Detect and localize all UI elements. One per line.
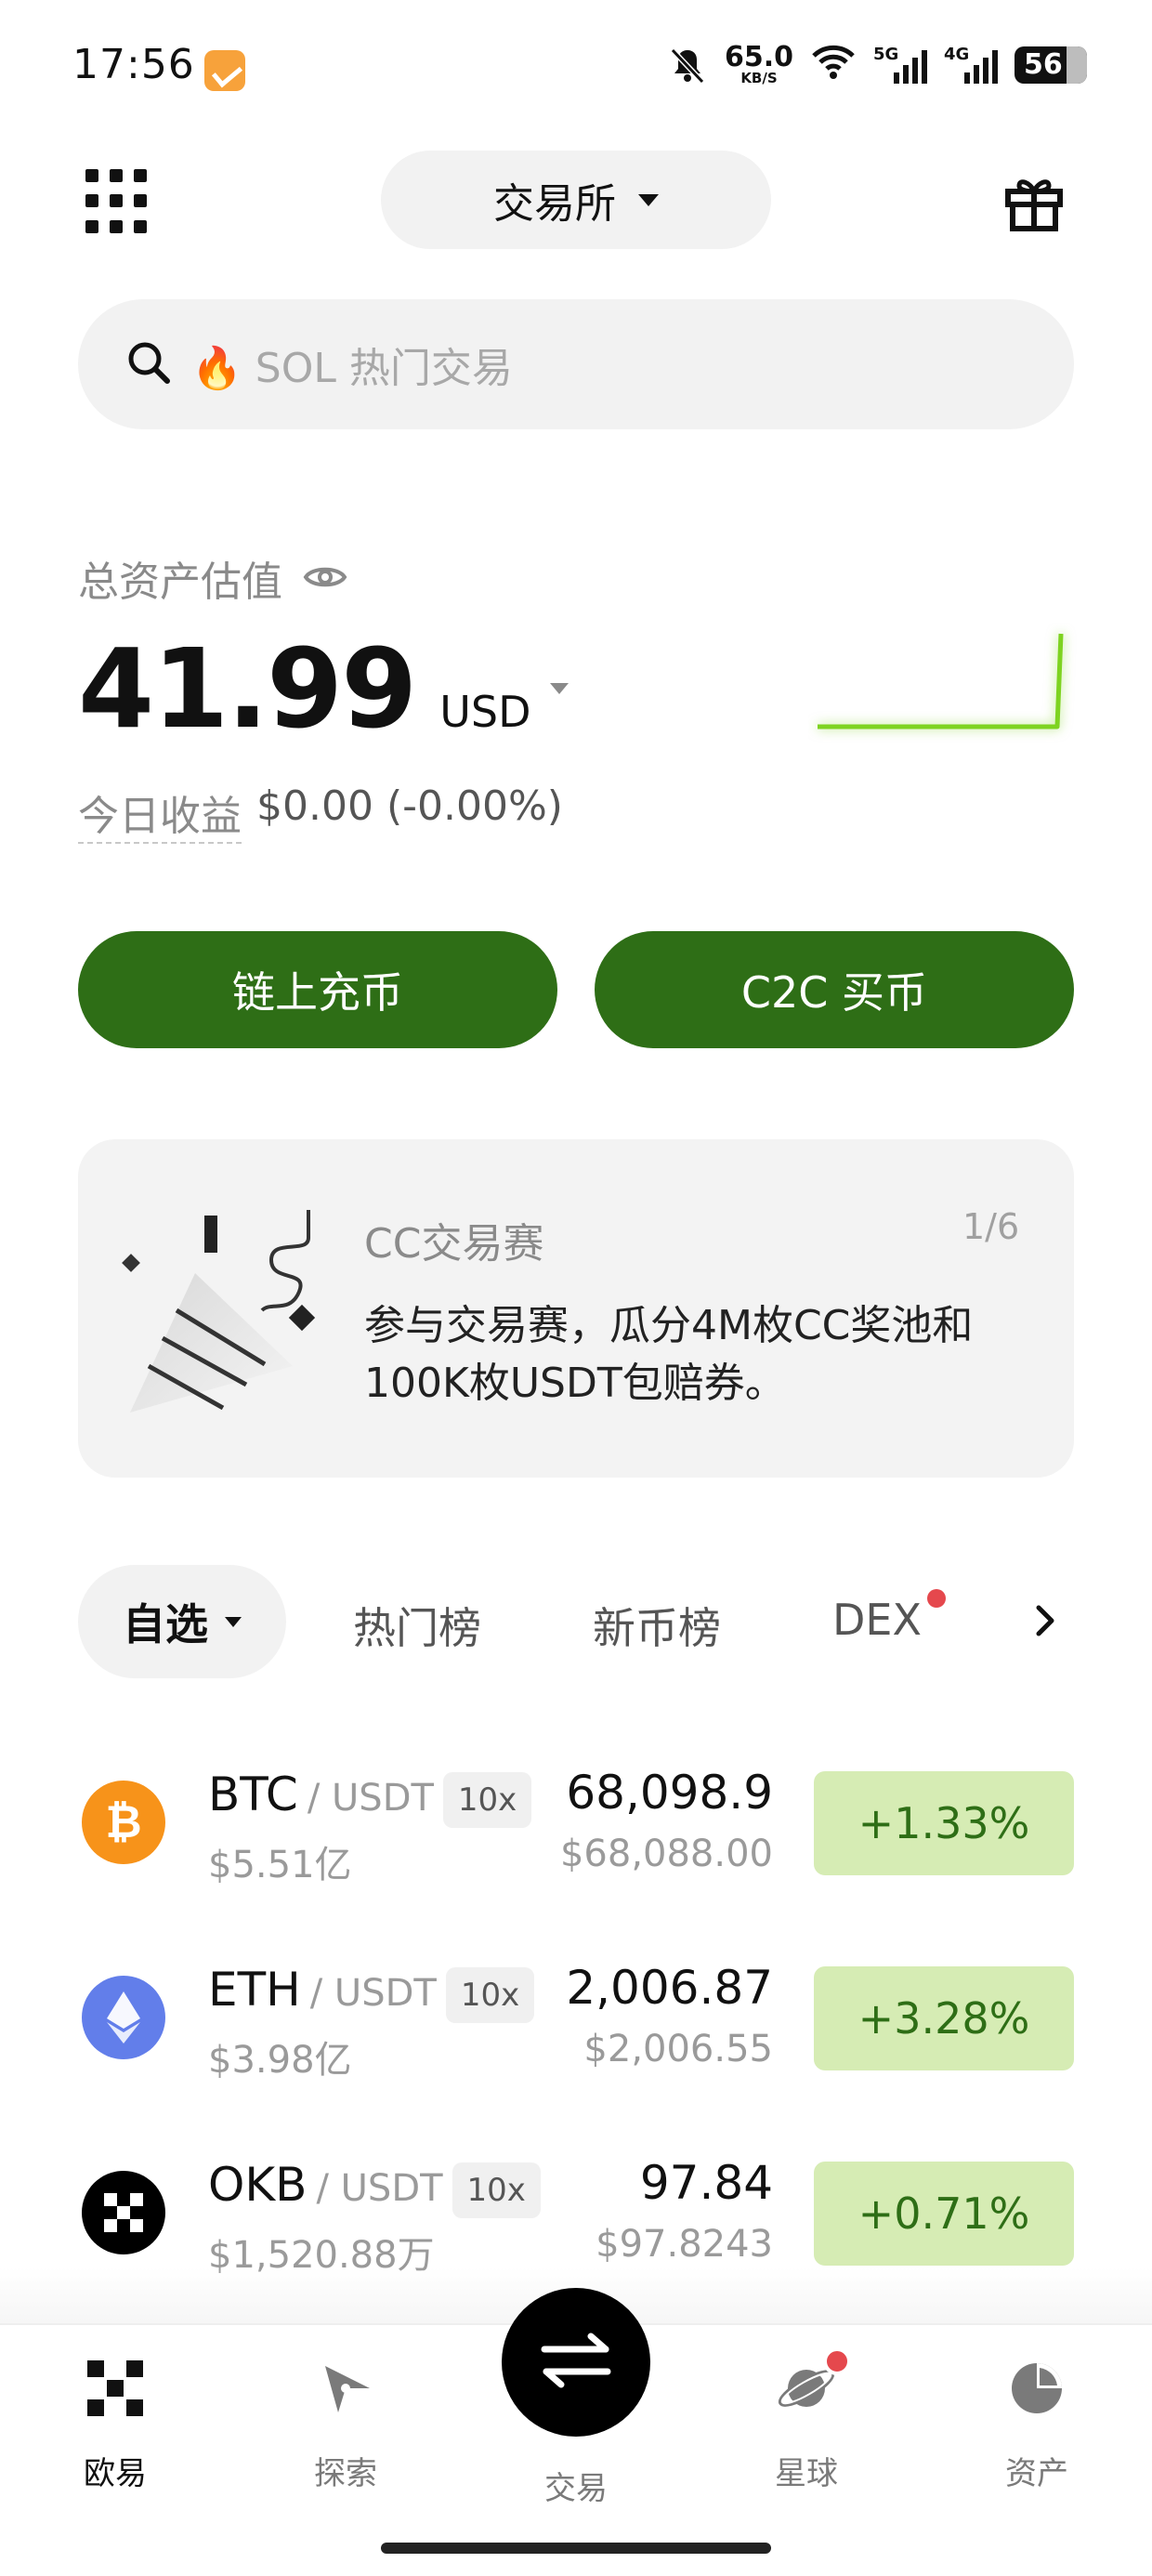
- pair-base: BTC: [208, 1768, 298, 1821]
- nav-explore[interactable]: 探索: [262, 2360, 429, 2493]
- search-input[interactable]: 🔥 SOL 热门交易: [78, 299, 1074, 429]
- currency-chevron-icon[interactable]: [549, 683, 569, 694]
- pair-price: 68,098.9: [566, 1766, 773, 1820]
- nav-explore-label: 探索: [314, 2455, 377, 2492]
- app-screen: 17:56 65.0 KB/S 5G 4G 56 交易所 🔥 SOL 热门交易 …: [0, 0, 1152, 2576]
- eye-icon[interactable]: [303, 555, 347, 602]
- pair-quote: / USDT: [307, 1777, 434, 1820]
- network-speed-unit: KB/S: [740, 70, 778, 86]
- compass-icon: [318, 2360, 373, 2420]
- promo-page-indicator: 1/6: [962, 1206, 1020, 1247]
- change-badge[interactable]: +1.33%: [814, 1771, 1074, 1875]
- battery-level: 56: [1024, 48, 1063, 81]
- bell-off-icon: [667, 45, 708, 85]
- search-placeholder: 🔥 SOL 热门交易: [191, 345, 513, 392]
- pair-quote: / USDT: [309, 1972, 437, 2015]
- leverage-badge: 10x: [445, 1967, 535, 2023]
- nav-trade-button[interactable]: [502, 2288, 650, 2437]
- market-pair[interactable]: ETH / USDT 10x: [208, 1963, 535, 2023]
- bitcoin-icon: ₿: [82, 1781, 165, 1864]
- total-assets-label: 总资产估值: [78, 548, 347, 608]
- c2c-buy-button[interactable]: C2C 买币: [595, 931, 1074, 1048]
- swap-arrows-icon: [539, 2331, 613, 2394]
- okx-logo-icon: [87, 2360, 143, 2420]
- party-popper-icon: [111, 1199, 334, 1422]
- signal-5g-icon: 5G: [873, 44, 927, 84]
- daily-pnl: 今日收益 $0.00 (-0.00%): [78, 782, 563, 844]
- market-pair[interactable]: BTC / USDT 10x: [208, 1768, 532, 1828]
- tab-dex[interactable]: DEX: [832, 1595, 922, 1645]
- ethereum-icon: [82, 1976, 165, 2059]
- pair-volume: $3.98亿: [208, 2039, 352, 2082]
- pair-price-usd: $97.8243: [596, 2223, 773, 2266]
- planet-notification-dot: [823, 2347, 851, 2375]
- pair-price: 97.84: [639, 2156, 773, 2210]
- search-icon: [124, 338, 173, 390]
- menu-grid-icon[interactable]: [85, 169, 151, 234]
- total-assets-value: 41.99 USD: [78, 624, 569, 753]
- signal-4g-icon: 4G: [944, 44, 998, 84]
- tab-hot-list[interactable]: 热门榜: [353, 1595, 481, 1656]
- nav-planet-label: 星球: [775, 2455, 838, 2492]
- svg-text:₿: ₿: [105, 1796, 141, 1848]
- tab-favorites-label: 自选: [123, 1599, 208, 1649]
- wifi-icon: [810, 43, 857, 86]
- gift-icon[interactable]: [1003, 171, 1065, 232]
- dex-notification-dot: [927, 1589, 946, 1608]
- signal-4g-label: 4G: [944, 44, 970, 64]
- status-indicators: 65.0 KB/S 5G 4G 56: [667, 43, 1087, 86]
- tab-new-listings[interactable]: 新币榜: [593, 1595, 721, 1656]
- battery-icon: 56: [1015, 46, 1087, 84]
- network-speed-value: 65.0: [724, 41, 793, 73]
- nav-home-label: 欧易: [84, 2455, 147, 2492]
- pair-base: OKB: [208, 2158, 308, 2212]
- pair-price-usd: $2,006.55: [583, 2028, 773, 2070]
- deposit-button[interactable]: 链上充币: [78, 931, 557, 1048]
- pair-price: 2,006.87: [566, 1961, 773, 2015]
- change-badge[interactable]: +3.28%: [814, 1966, 1074, 2070]
- nav-home[interactable]: 欧易: [32, 2360, 199, 2493]
- pair-price-usd: $68,088.00: [559, 1833, 773, 1875]
- nav-assets-label: 资产: [1005, 2455, 1068, 2492]
- exchange-mode-label: 交易所: [493, 180, 616, 228]
- daily-pnl-label[interactable]: 今日收益: [78, 782, 242, 844]
- leverage-badge: 10x: [442, 1772, 532, 1828]
- nav-trade-label: 交易: [544, 2470, 608, 2507]
- market-pair[interactable]: OKB / USDT 10x: [208, 2158, 541, 2218]
- total-assets-title: 总资产估值: [78, 559, 282, 606]
- total-assets-amount: 41.99: [78, 624, 417, 753]
- pair-volume: $5.51亿: [208, 1844, 352, 1886]
- promo-title: CC交易赛: [364, 1220, 544, 1268]
- home-indicator[interactable]: [381, 2543, 771, 2554]
- okb-icon: [82, 2171, 165, 2254]
- pair-base: ETH: [208, 1963, 301, 2017]
- network-speed: 65.0 KB/S: [725, 44, 793, 85]
- leverage-badge: 10x: [452, 2162, 541, 2218]
- tab-favorites[interactable]: 自选: [78, 1565, 286, 1678]
- status-time: 17:56: [72, 41, 195, 88]
- asset-sparkline: [808, 623, 1087, 743]
- notification-app-icon: [204, 50, 245, 91]
- nav-assets[interactable]: 资产: [953, 2360, 1120, 2493]
- chevron-right-icon[interactable]: [1031, 1602, 1059, 1639]
- pie-chart-icon: [1009, 2360, 1065, 2420]
- nav-planet[interactable]: 星球: [723, 2360, 890, 2493]
- pair-quote: / USDT: [316, 2167, 443, 2210]
- promo-description: 参与交易赛，瓜分4M枚CC奖池和100K枚USDT包赔券。: [364, 1302, 974, 1407]
- daily-pnl-value: $0.00 (-0.00%): [256, 782, 563, 830]
- currency-selector[interactable]: USD: [439, 687, 530, 737]
- chevron-down-icon: [638, 193, 659, 206]
- change-badge[interactable]: +0.71%: [814, 2162, 1074, 2266]
- signal-5g-label: 5G: [873, 44, 899, 64]
- favorites-chevron-icon: [225, 1616, 242, 1627]
- exchange-mode-selector[interactable]: 交易所: [381, 151, 771, 249]
